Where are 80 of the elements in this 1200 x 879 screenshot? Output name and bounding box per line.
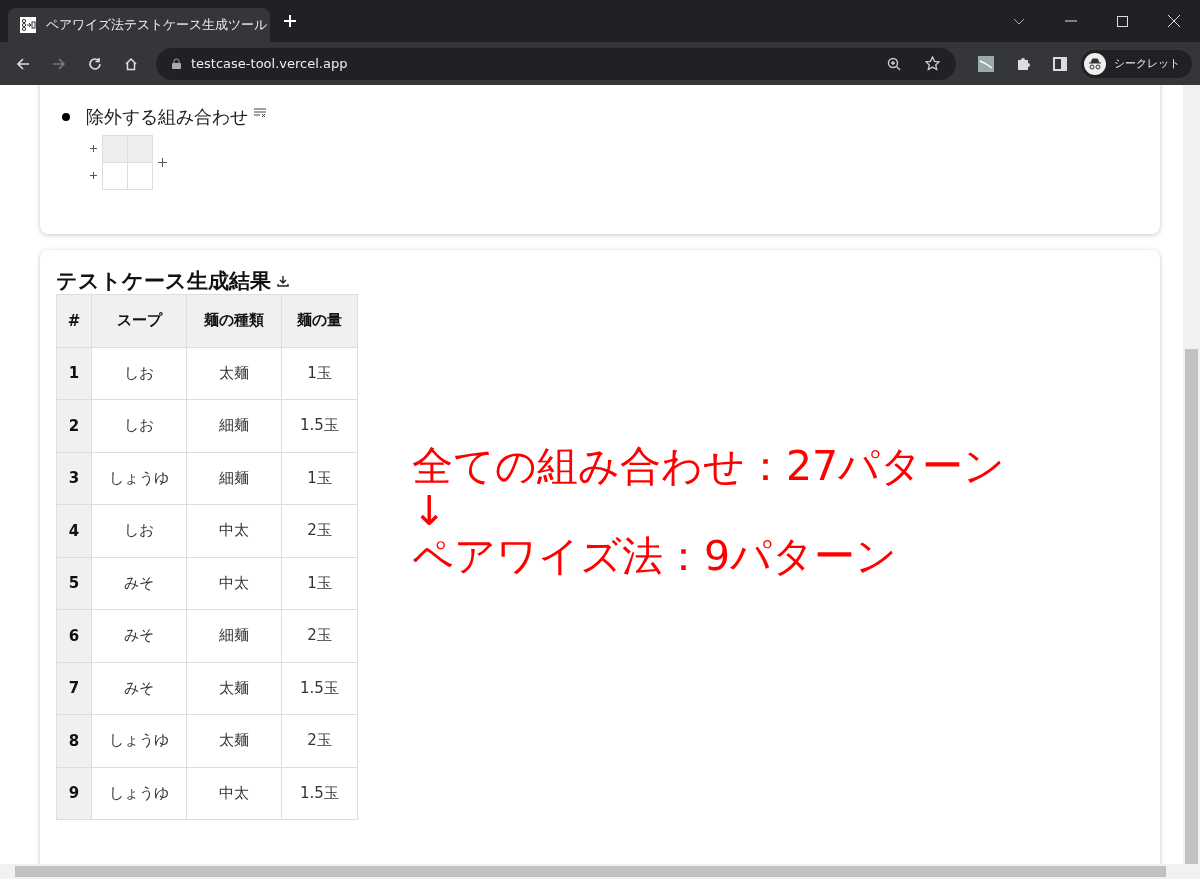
table-cell: しょうゆ: [91, 714, 187, 767]
url-text: testcase-tool.vercel.app: [191, 56, 348, 71]
chevron-down-icon[interactable]: [1013, 17, 1025, 25]
zoom-icon[interactable]: [887, 56, 901, 71]
annotation-text: ↓: [412, 489, 448, 535]
exclusion-cell[interactable]: [127, 162, 153, 190]
add-row-icon[interactable]: [90, 145, 97, 152]
results-title: テストケース生成結果: [56, 268, 271, 295]
forward-arrow-icon[interactable]: [52, 56, 66, 71]
table-cell: 1玉: [281, 347, 358, 400]
table-cell: 細麺: [186, 399, 282, 452]
home-icon[interactable]: [124, 56, 138, 71]
clear-list-icon[interactable]: [254, 108, 266, 118]
table-cell: 1.5玉: [281, 662, 358, 715]
table-cell: 2玉: [281, 504, 358, 557]
table-cell: 2玉: [281, 609, 358, 662]
table-cell: 9: [56, 767, 92, 820]
lock-icon: [172, 58, 181, 69]
exclusion-cell[interactable]: [102, 162, 128, 190]
table-cell: 1玉: [281, 557, 358, 610]
table-cell: 5: [56, 557, 92, 610]
incognito-icon: [1084, 52, 1106, 75]
tab-title: ペアワイズ法テストケース生成ツール: [46, 16, 267, 34]
exclusions-label: 除外する組み合わせ: [86, 105, 248, 129]
table-cell: しお: [91, 399, 187, 452]
table-cell: しお: [91, 504, 187, 557]
table-cell: みそ: [91, 609, 187, 662]
reload-icon[interactable]: [88, 56, 102, 71]
star-icon[interactable]: [925, 56, 940, 71]
side-panel-icon[interactable]: [1053, 56, 1067, 71]
annotation-text: ペアワイズ法：9パターン: [412, 534, 899, 580]
table-cell: 細麺: [186, 452, 282, 505]
extension-icon[interactable]: [978, 55, 994, 72]
column-header: 麺の量: [281, 294, 358, 347]
back-arrow-icon[interactable]: [16, 56, 30, 71]
table-cell: 3: [56, 452, 92, 505]
new-tab-icon[interactable]: [284, 15, 296, 27]
column-header: 麺の種類: [186, 294, 282, 347]
table-cell: 中太: [186, 767, 282, 820]
exclusion-cell[interactable]: [102, 135, 128, 163]
table-cell: しょうゆ: [91, 767, 187, 820]
column-header: #: [56, 294, 92, 347]
address-bar[interactable]: testcase-tool.vercel.app: [156, 47, 956, 80]
table-cell: 1: [56, 347, 92, 400]
exclusion-cell[interactable]: [127, 135, 153, 163]
annotation-text: 全ての組み合わせ：27パターン: [412, 444, 1006, 490]
scroll-thumb[interactable]: [1185, 349, 1198, 864]
table-cell: 1.5玉: [281, 399, 358, 452]
table-cell: みそ: [91, 662, 187, 715]
table-cell: 1.5玉: [281, 767, 358, 820]
table-cell: 7: [56, 662, 92, 715]
bullet-icon: [62, 113, 70, 121]
column-header: スープ: [91, 294, 187, 347]
site-logo-icon: [20, 17, 36, 33]
table-cell: 1玉: [281, 452, 358, 505]
horizontal-scrollbar[interactable]: [0, 864, 1200, 879]
table-cell: 細麺: [186, 609, 282, 662]
table-cell: 太麺: [186, 662, 282, 715]
table-cell: 2玉: [281, 714, 358, 767]
table-cell: しお: [91, 347, 187, 400]
add-row-icon[interactable]: [90, 172, 97, 179]
table-cell: 太麺: [186, 347, 282, 400]
download-icon[interactable]: [277, 275, 289, 287]
scroll-thumb[interactable]: [15, 866, 1166, 877]
table-cell: 2: [56, 399, 92, 452]
close-icon[interactable]: [1168, 15, 1180, 27]
table-cell: 8: [56, 714, 92, 767]
maximize-icon[interactable]: [1117, 15, 1128, 27]
vertical-scrollbar[interactable]: [1183, 85, 1200, 864]
table-cell: 中太: [186, 557, 282, 610]
table-cell: みそ: [91, 557, 187, 610]
table-cell: しょうゆ: [91, 452, 187, 505]
table-cell: 6: [56, 609, 92, 662]
table-cell: 4: [56, 504, 92, 557]
table-cell: 太麺: [186, 714, 282, 767]
table-cell: 中太: [186, 504, 282, 557]
add-column-icon[interactable]: [158, 157, 167, 167]
browser-tab[interactable]: ペアワイズ法テストケース生成ツール: [8, 8, 270, 42]
profile-button[interactable]: シークレット: [1081, 49, 1192, 78]
puzzle-icon[interactable]: [1016, 56, 1031, 71]
